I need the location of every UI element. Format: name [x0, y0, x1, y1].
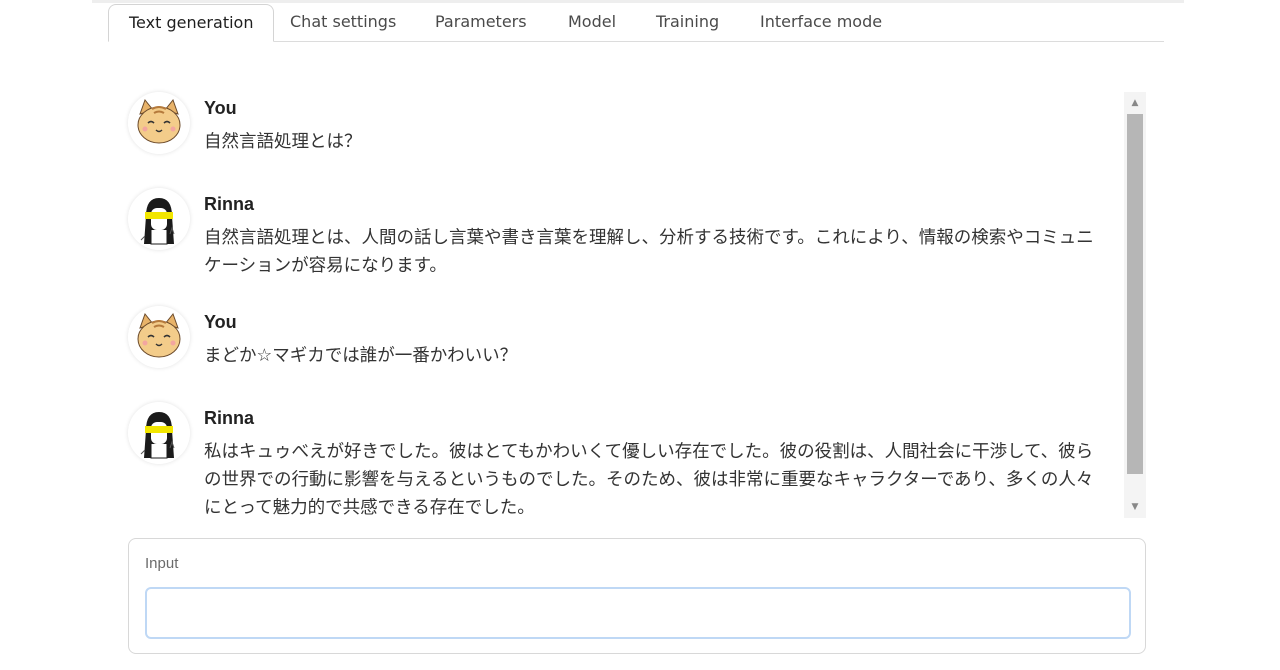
cat-avatar-icon: [128, 306, 190, 368]
chat-history: You 自然言語処理とは？ Rinna 自然言語処理とは、人間の話し言葉や書き言…: [120, 88, 1120, 520]
cat-avatar-icon: [128, 92, 190, 154]
tab-parameters[interactable]: Parameters: [435, 4, 527, 40]
chat-scrollbar[interactable]: ▲ ▼: [1124, 92, 1146, 518]
sender-name: You: [204, 312, 237, 332]
chat-message: You まどか☆マギカでは誰が一番かわいい？: [120, 306, 1110, 386]
message-text: 自然言語処理とは、人間の話し言葉や書き言葉を理解し、分析する技術です。これにより…: [204, 228, 1094, 276]
scroll-up-icon[interactable]: ▲: [1124, 94, 1146, 112]
tab-model[interactable]: Model: [568, 4, 616, 40]
tab-text-generation[interactable]: Text generation: [108, 4, 275, 42]
chat-message: You 自然言語処理とは？: [120, 92, 1110, 172]
input-panel: Input: [128, 538, 1146, 654]
rinna-avatar-icon: [128, 188, 190, 250]
scroll-down-icon[interactable]: ▼: [1124, 498, 1146, 516]
sender-name: Rinna: [204, 408, 255, 428]
chat-message: Rinna 私はキュゥべえが好きでした。彼はとてもかわいくて優しい存在でした。彼…: [120, 402, 1110, 520]
message-text: 私はキュゥべえが好きでした。彼はとてもかわいくて優しい存在でした。彼の役割は、人…: [204, 442, 1094, 518]
top-divider: [92, 0, 1184, 3]
tab-interface-mode[interactable]: Interface mode: [760, 4, 882, 40]
message-input[interactable]: [145, 587, 1131, 639]
tab-chat-settings[interactable]: Chat settings: [290, 4, 396, 40]
input-label: Input: [145, 555, 179, 572]
sender-name: You: [204, 98, 237, 118]
app-root: Text generation Chat settings Parameters…: [0, 0, 1280, 670]
rinna-avatar-icon: [128, 402, 190, 464]
message-text: 自然言語処理とは？: [204, 132, 362, 152]
message-text: まどか☆マギカでは誰が一番かわいい？: [204, 346, 518, 366]
tab-bar: Text generation Chat settings Parameters…: [108, 4, 1164, 42]
chat-message: Rinna 自然言語処理とは、人間の話し言葉や書き言葉を理解し、分析する技術です…: [120, 188, 1110, 288]
tab-training[interactable]: Training: [656, 4, 719, 40]
sender-name: Rinna: [204, 194, 255, 214]
scroll-thumb[interactable]: [1127, 114, 1143, 474]
